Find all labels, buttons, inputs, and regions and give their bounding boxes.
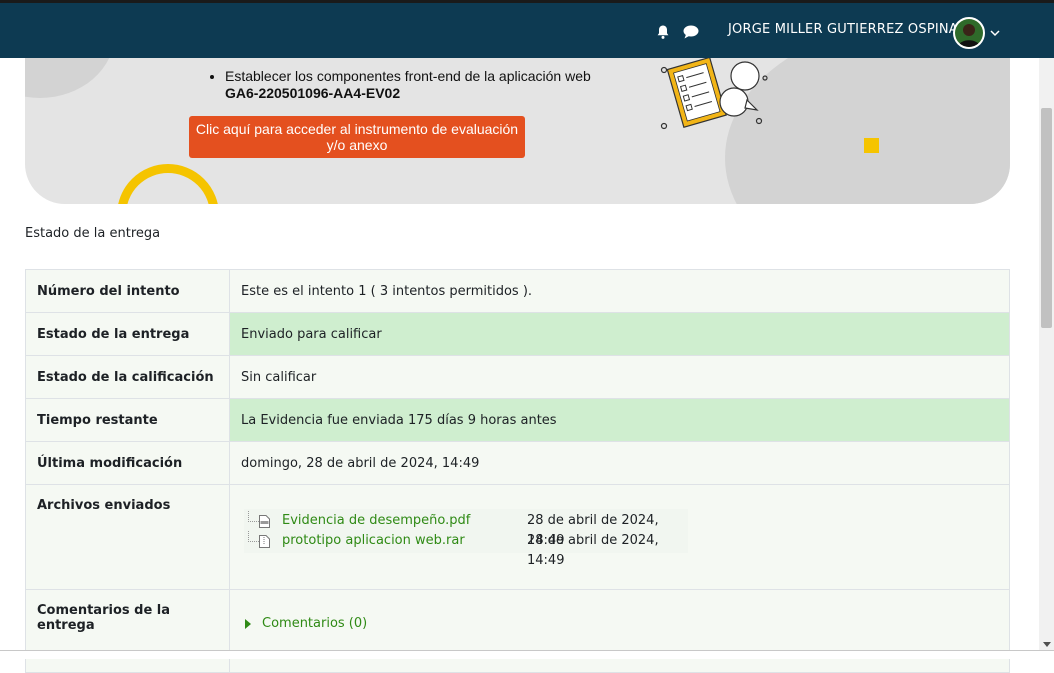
row-label: Número del intento [25,269,230,313]
file-date: 28 de abril de 2024, 14:49 [527,533,659,568]
table-row: Estado de la calificación Sin calificar [25,355,1010,399]
file-link[interactable]: prototipo aplicacion web.rar [282,531,465,551]
evidence-list: Establecer los componentes front-end de … [207,68,591,102]
table-row: Comentarios de la entrega Comentarios (0… [25,589,1010,673]
table-row: Número del intento Este es el intento 1 … [25,269,1010,313]
row-value: Sin calificar [229,355,1010,399]
row-value: domingo, 28 de abril de 2024, 14:49 [229,441,1010,485]
row-label: Comentarios de la entrega [25,589,230,673]
top-navbar: JORGE MILLER GUTIERREZ OSPINA [0,0,1054,58]
evaluation-instrument-button[interactable]: Clic aquí para acceder al instrumento de… [189,116,525,158]
page-scrollbar[interactable] [1039,58,1054,650]
section-heading: Estado de la entrega [25,226,161,241]
comments-toggle[interactable]: Comentarios (0) [245,616,998,631]
row-value: Evidencia de desempeño.pdf 28 de abril d… [229,484,1010,590]
scrollbar-thumb[interactable] [1041,108,1052,328]
evidence-code: GA6-220501096-AA4-EV02 [225,85,401,101]
table-row: Archivos enviados Evidencia de desempeño… [25,484,1010,590]
archive-file-icon [259,535,270,548]
row-label: Archivos enviados [25,484,230,590]
row-value: Enviado para calificar [229,312,1010,356]
decorative-shape [25,58,115,98]
chevron-down-icon[interactable] [990,29,1000,37]
file-link[interactable]: Evidencia de desempeño.pdf [282,511,470,531]
file-tree: Evidencia de desempeño.pdf 28 de abril d… [244,509,688,568]
file-row: prototipo aplicacion web.rar 28 de abril… [244,531,688,568]
row-label: Estado de la calificación [25,355,230,399]
avatar[interactable] [953,17,985,49]
table-row: Última modificación domingo, 28 de abril… [25,441,1010,485]
bell-icon[interactable] [655,24,671,40]
table-row: Estado de la entrega Enviado para califi… [25,312,1010,356]
submission-status-table: Número del intento Este es el intento 1 … [25,269,1010,673]
row-value: Este es el intento 1 ( 3 intentos permit… [229,269,1010,313]
comments-link-label[interactable]: Comentarios (0) [262,616,367,631]
row-label: Última modificación [25,441,230,485]
pdf-file-icon [259,515,270,528]
scroll-down-arrow-icon[interactable] [1043,642,1051,647]
activity-banner: Establecer los componentes front-end de … [25,58,1010,204]
checklist-illustration-icon [660,58,768,130]
decorative-square [864,138,879,153]
evidence-description: Establecer los componentes front-end de … [225,68,591,84]
row-value: Comentarios (0) [229,589,1010,673]
user-name[interactable]: JORGE MILLER GUTIERREZ OSPINA [728,22,958,37]
row-label: Tiempo restante [25,398,230,442]
caret-right-icon [245,618,251,629]
tree-branch [248,531,259,542]
row-label: Estado de la entrega [25,312,230,356]
file-row: Evidencia de desempeño.pdf 28 de abril d… [244,511,688,548]
evidence-item: Establecer los componentes front-end de … [225,68,591,102]
row-value: La Evidencia fue enviada 175 días 9 hora… [229,398,1010,442]
decorative-ring [117,164,219,204]
chat-icon[interactable] [683,25,699,39]
table-row: Tiempo restante La Evidencia fue enviada… [25,398,1010,442]
tree-branch [248,511,259,522]
